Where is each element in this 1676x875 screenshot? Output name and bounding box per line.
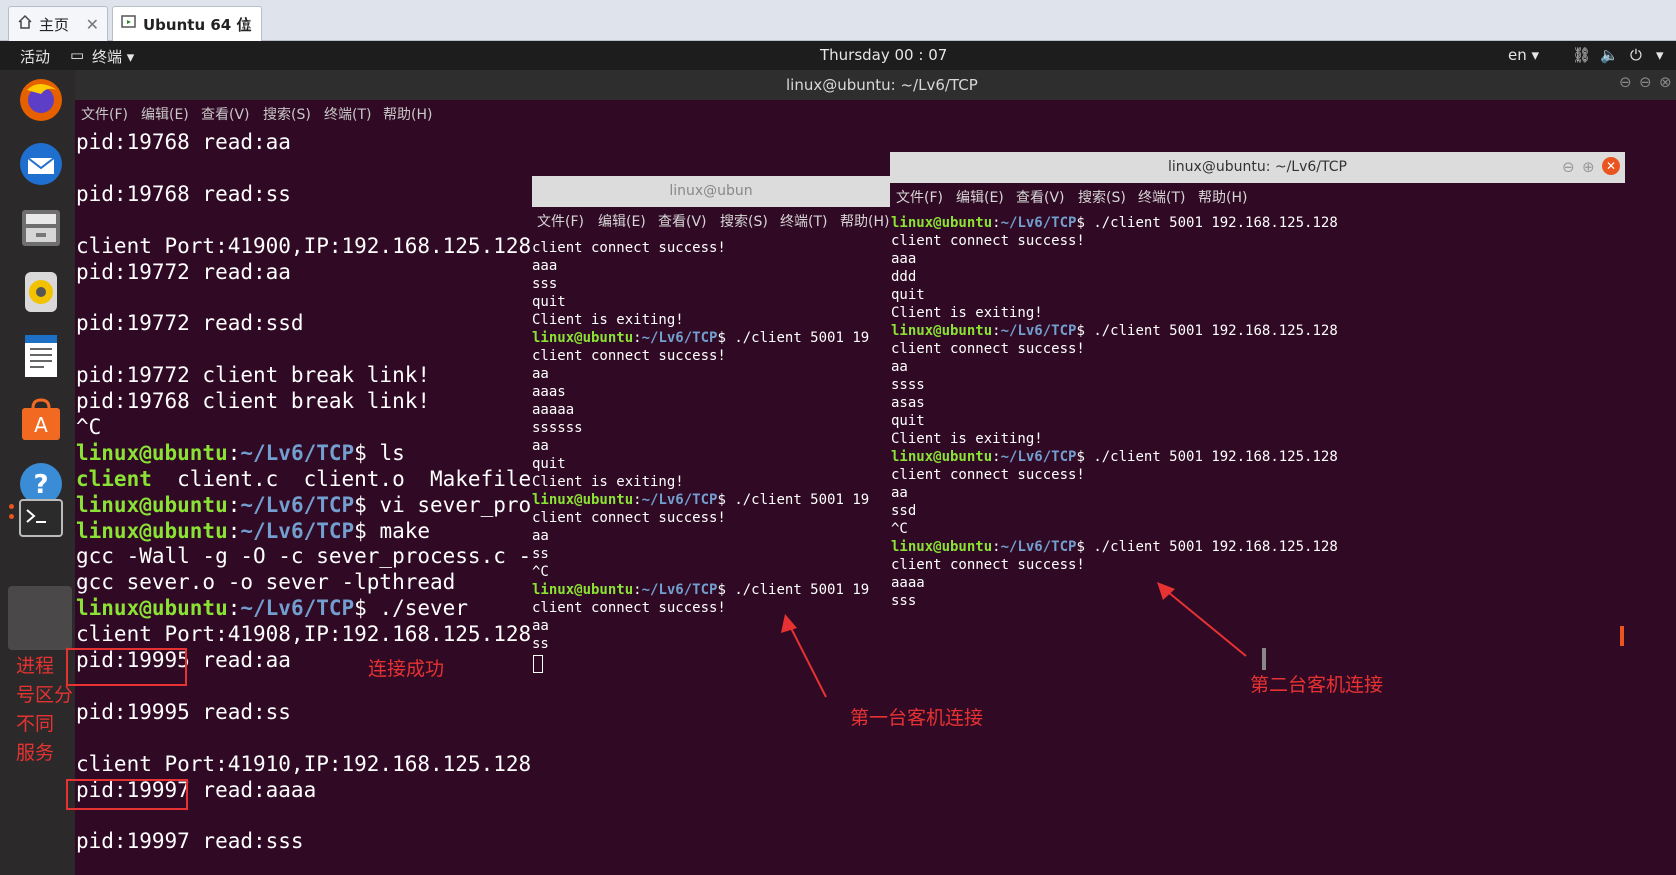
arrow-head: [781, 614, 797, 633]
arrow-second-client: [1167, 591, 1247, 657]
annotation-arrows: [781, 582, 1266, 698]
mouse-cursor: [1262, 648, 1266, 670]
arrow-first-client: [789, 625, 827, 698]
arrow-head: [1157, 582, 1175, 600]
